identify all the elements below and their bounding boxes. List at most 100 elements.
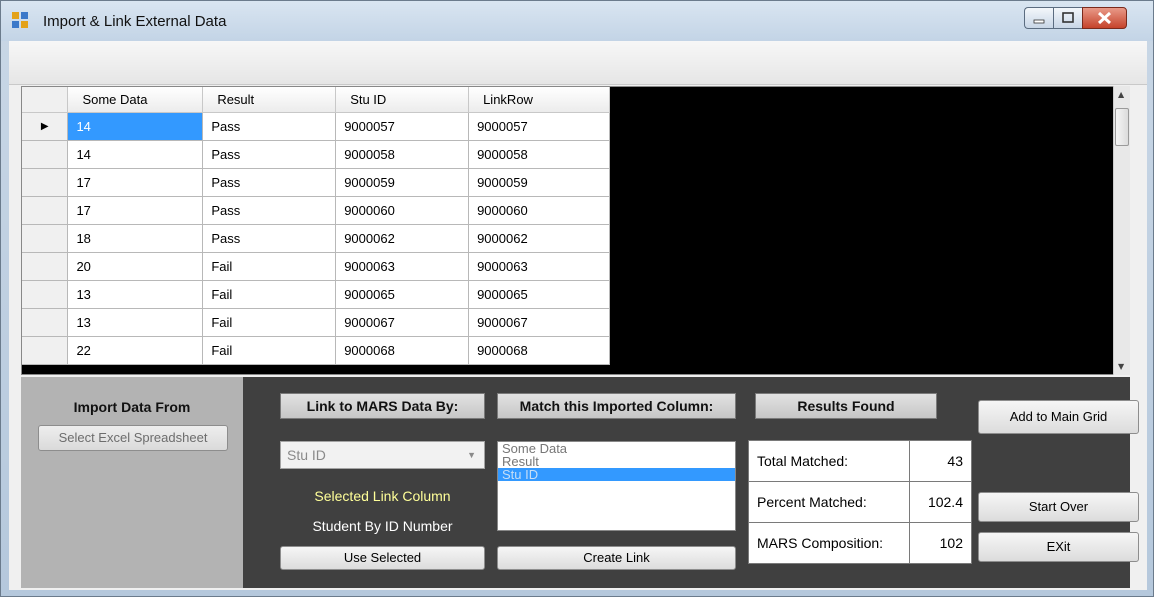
table-row: MARS Composition: 102 — [748, 522, 972, 564]
maximize-icon — [1062, 12, 1074, 23]
table-cell[interactable]: 17 — [67, 168, 204, 197]
total-matched-label: Total Matched: — [748, 440, 910, 482]
app-icon — [12, 12, 28, 28]
table-row[interactable]: 17 Pass 9000060 9000060 — [22, 196, 610, 225]
table-row[interactable]: 18 Pass 9000062 9000062 — [22, 224, 610, 253]
link-by-heading: Link to MARS Data By: — [280, 393, 485, 419]
close-button[interactable] — [1082, 7, 1127, 29]
grid-table: Some Data Result Stu ID LinkRow ▶ 14 Pas… — [22, 87, 610, 365]
match-column-heading: Match this Imported Column: — [497, 393, 736, 419]
row-header[interactable] — [22, 168, 69, 197]
table-cell[interactable]: 9000059 — [468, 168, 610, 197]
chevron-down-icon[interactable]: ▼ — [467, 450, 476, 460]
column-header-result[interactable]: Result — [202, 87, 337, 113]
table-cell[interactable]: 9000063 — [335, 252, 470, 281]
results-table: Total Matched: 43 Percent Matched: 102.4… — [748, 440, 972, 564]
mars-composition-value: 102 — [909, 522, 972, 564]
row-header[interactable] — [22, 280, 69, 309]
percent-matched-label: Percent Matched: — [748, 481, 910, 523]
table-cell[interactable]: 18 — [67, 224, 204, 253]
table-row[interactable]: 17 Pass 9000059 9000059 — [22, 168, 610, 197]
table-cell[interactable]: Pass — [202, 224, 337, 253]
table-cell[interactable]: 9000067 — [468, 308, 610, 337]
row-header[interactable] — [22, 140, 69, 169]
scrollbar-thumb[interactable] — [1115, 108, 1129, 146]
import-heading: Import Data From — [73, 399, 191, 415]
table-cell[interactable]: Pass — [202, 168, 337, 197]
link-column-combo[interactable]: Stu ID ▼ — [280, 441, 485, 469]
minimize-icon — [1033, 19, 1045, 24]
table-cell[interactable]: 9000060 — [335, 196, 470, 225]
row-header[interactable] — [22, 252, 69, 281]
toolbar-strip — [9, 41, 1147, 85]
table-cell[interactable]: 9000068 — [468, 336, 610, 365]
row-header[interactable] — [22, 336, 69, 365]
results-heading: Results Found — [755, 393, 937, 419]
table-cell[interactable]: 9000057 — [335, 112, 470, 141]
link-controls-panel: Import Data From Select Excel Spreadshee… — [21, 377, 1139, 588]
table-cell[interactable]: 9000062 — [335, 224, 470, 253]
row-header[interactable] — [22, 224, 69, 253]
mars-composition-label: MARS Composition: — [748, 522, 910, 564]
close-icon — [1097, 11, 1112, 25]
table-cell[interactable]: Fail — [202, 308, 337, 337]
table-row[interactable]: 22 Fail 9000068 9000068 — [22, 336, 610, 365]
scroll-down-icon[interactable]: ▼ — [1118, 362, 1124, 371]
row-header[interactable] — [22, 196, 69, 225]
table-row[interactable]: 14 Pass 9000058 9000058 — [22, 140, 610, 169]
form-content: Some Data Result Stu ID LinkRow ▶ 14 Pas… — [9, 41, 1147, 590]
imported-column-list[interactable]: Some Data Result Stu ID — [497, 441, 736, 531]
maximize-button[interactable] — [1053, 7, 1083, 29]
table-row: Percent Matched: 102.4 — [748, 481, 972, 523]
table-cell[interactable]: 9000062 — [468, 224, 610, 253]
table-cell[interactable]: Pass — [202, 196, 337, 225]
start-over-button[interactable]: Start Over — [978, 492, 1139, 522]
table-cell[interactable]: 9000068 — [335, 336, 470, 365]
table-cell[interactable]: 13 — [67, 308, 204, 337]
table-cell[interactable]: 9000063 — [468, 252, 610, 281]
table-row[interactable]: 13 Fail 9000067 9000067 — [22, 308, 610, 337]
table-cell[interactable]: 20 — [67, 252, 204, 281]
selected-link-caption: Selected Link Column — [314, 488, 451, 504]
table-cell[interactable]: 13 — [67, 280, 204, 309]
table-row[interactable]: 20 Fail 9000063 9000063 — [22, 252, 610, 281]
use-selected-button[interactable]: Use Selected — [280, 546, 485, 570]
total-matched-value: 43 — [909, 440, 972, 482]
table-row[interactable]: ▶ 14 Pass 9000057 9000057 — [22, 112, 610, 141]
column-header-stu-id[interactable]: Stu ID — [335, 87, 470, 113]
minimize-button[interactable] — [1024, 7, 1054, 29]
table-row: Total Matched: 43 — [748, 440, 972, 482]
table-cell[interactable]: 14 — [67, 140, 204, 169]
table-cell[interactable]: 14 — [67, 112, 204, 141]
table-cell[interactable]: 9000065 — [335, 280, 470, 309]
grid-vertical-scrollbar[interactable]: ▲ ▼ — [1113, 86, 1130, 375]
current-row-indicator[interactable]: ▶ — [22, 112, 69, 141]
table-cell[interactable]: 9000065 — [468, 280, 610, 309]
add-to-main-grid-button[interactable]: Add to Main Grid — [978, 400, 1139, 434]
table-cell[interactable]: 9000060 — [468, 196, 610, 225]
scroll-up-icon[interactable]: ▲ — [1118, 90, 1124, 99]
table-cell[interactable]: Fail — [202, 336, 337, 365]
list-item-selected[interactable]: Stu ID — [498, 468, 735, 481]
table-row[interactable]: 13 Fail 9000065 9000065 — [22, 280, 610, 309]
table-cell[interactable]: 9000059 — [335, 168, 470, 197]
create-link-button[interactable]: Create Link — [497, 546, 736, 570]
table-cell[interactable]: 9000067 — [335, 308, 470, 337]
combo-value: Stu ID — [287, 447, 326, 463]
exit-button[interactable]: EXit — [978, 532, 1139, 562]
select-excel-button[interactable]: Select Excel Spreadsheet — [38, 425, 228, 451]
table-cell[interactable]: 9000057 — [468, 112, 610, 141]
table-cell[interactable]: Pass — [202, 112, 337, 141]
data-grid[interactable]: Some Data Result Stu ID LinkRow ▶ 14 Pas… — [21, 86, 1130, 375]
table-cell[interactable]: 22 — [67, 336, 204, 365]
table-cell[interactable]: 9000058 — [335, 140, 470, 169]
column-header-some-data[interactable]: Some Data — [67, 87, 204, 113]
window-title: Import & Link External Data — [43, 13, 227, 30]
table-cell[interactable]: 17 — [67, 196, 204, 225]
table-cell[interactable]: 9000058 — [468, 140, 610, 169]
table-cell[interactable]: Pass — [202, 140, 337, 169]
table-cell[interactable]: Fail — [202, 252, 337, 281]
table-cell[interactable]: Fail — [202, 280, 337, 309]
column-header-linkrow[interactable]: LinkRow — [468, 87, 610, 113]
row-header[interactable] — [22, 308, 69, 337]
